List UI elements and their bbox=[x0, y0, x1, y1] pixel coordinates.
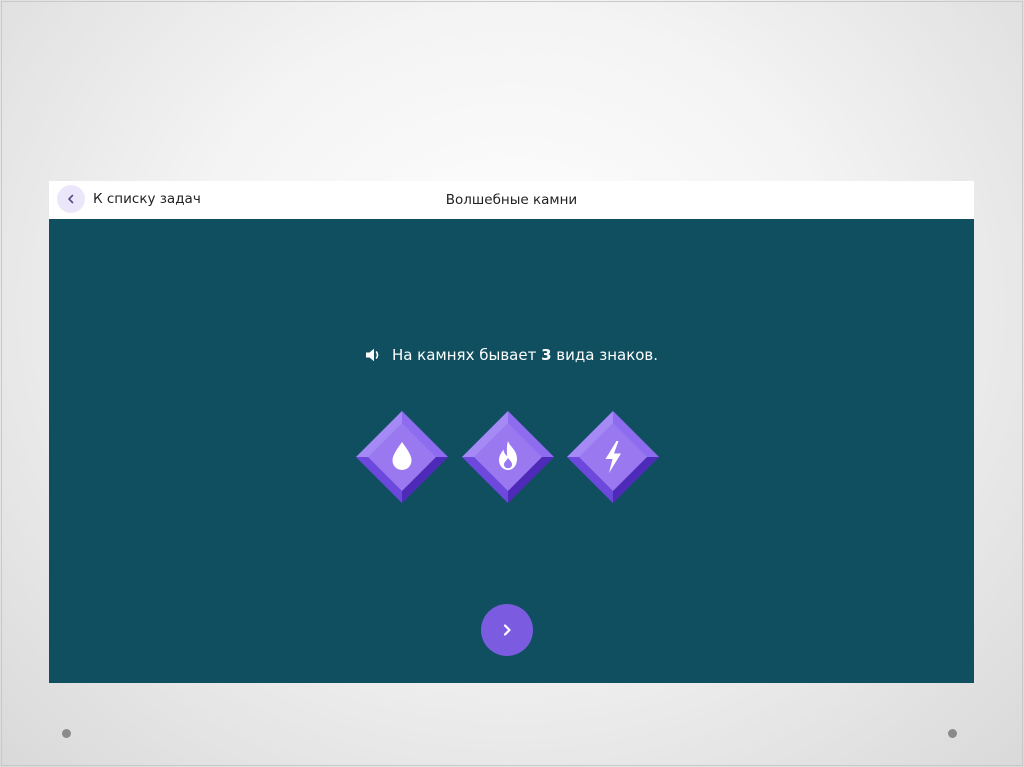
slide-dot-right bbox=[948, 729, 957, 738]
slide-dot-left bbox=[62, 729, 71, 738]
gem-row bbox=[354, 409, 664, 505]
speaker-icon[interactable] bbox=[365, 347, 383, 363]
game-window: К списку задач Волшебные камни На камнях… bbox=[49, 181, 974, 683]
back-circle[interactable] bbox=[57, 185, 85, 213]
instruction-suffix: вида знаков. bbox=[551, 346, 659, 364]
back-label[interactable]: К списку задач bbox=[93, 191, 201, 207]
gem-fire[interactable] bbox=[460, 409, 556, 505]
gem-lightning[interactable] bbox=[565, 409, 661, 505]
instruction-count: 3 bbox=[541, 346, 552, 364]
instruction-text: На камнях бывает 3 вида знаков. bbox=[49, 346, 974, 364]
next-button[interactable] bbox=[481, 604, 533, 656]
top-bar: К списку задач Волшебные камни bbox=[49, 181, 974, 219]
chevron-right-icon bbox=[503, 624, 511, 636]
chevron-left-icon bbox=[68, 194, 74, 204]
gem-water[interactable] bbox=[354, 409, 450, 505]
instruction-prefix: На камнях бывает bbox=[391, 346, 542, 364]
back-to-tasks-button[interactable]: К списку задач bbox=[57, 183, 201, 215]
